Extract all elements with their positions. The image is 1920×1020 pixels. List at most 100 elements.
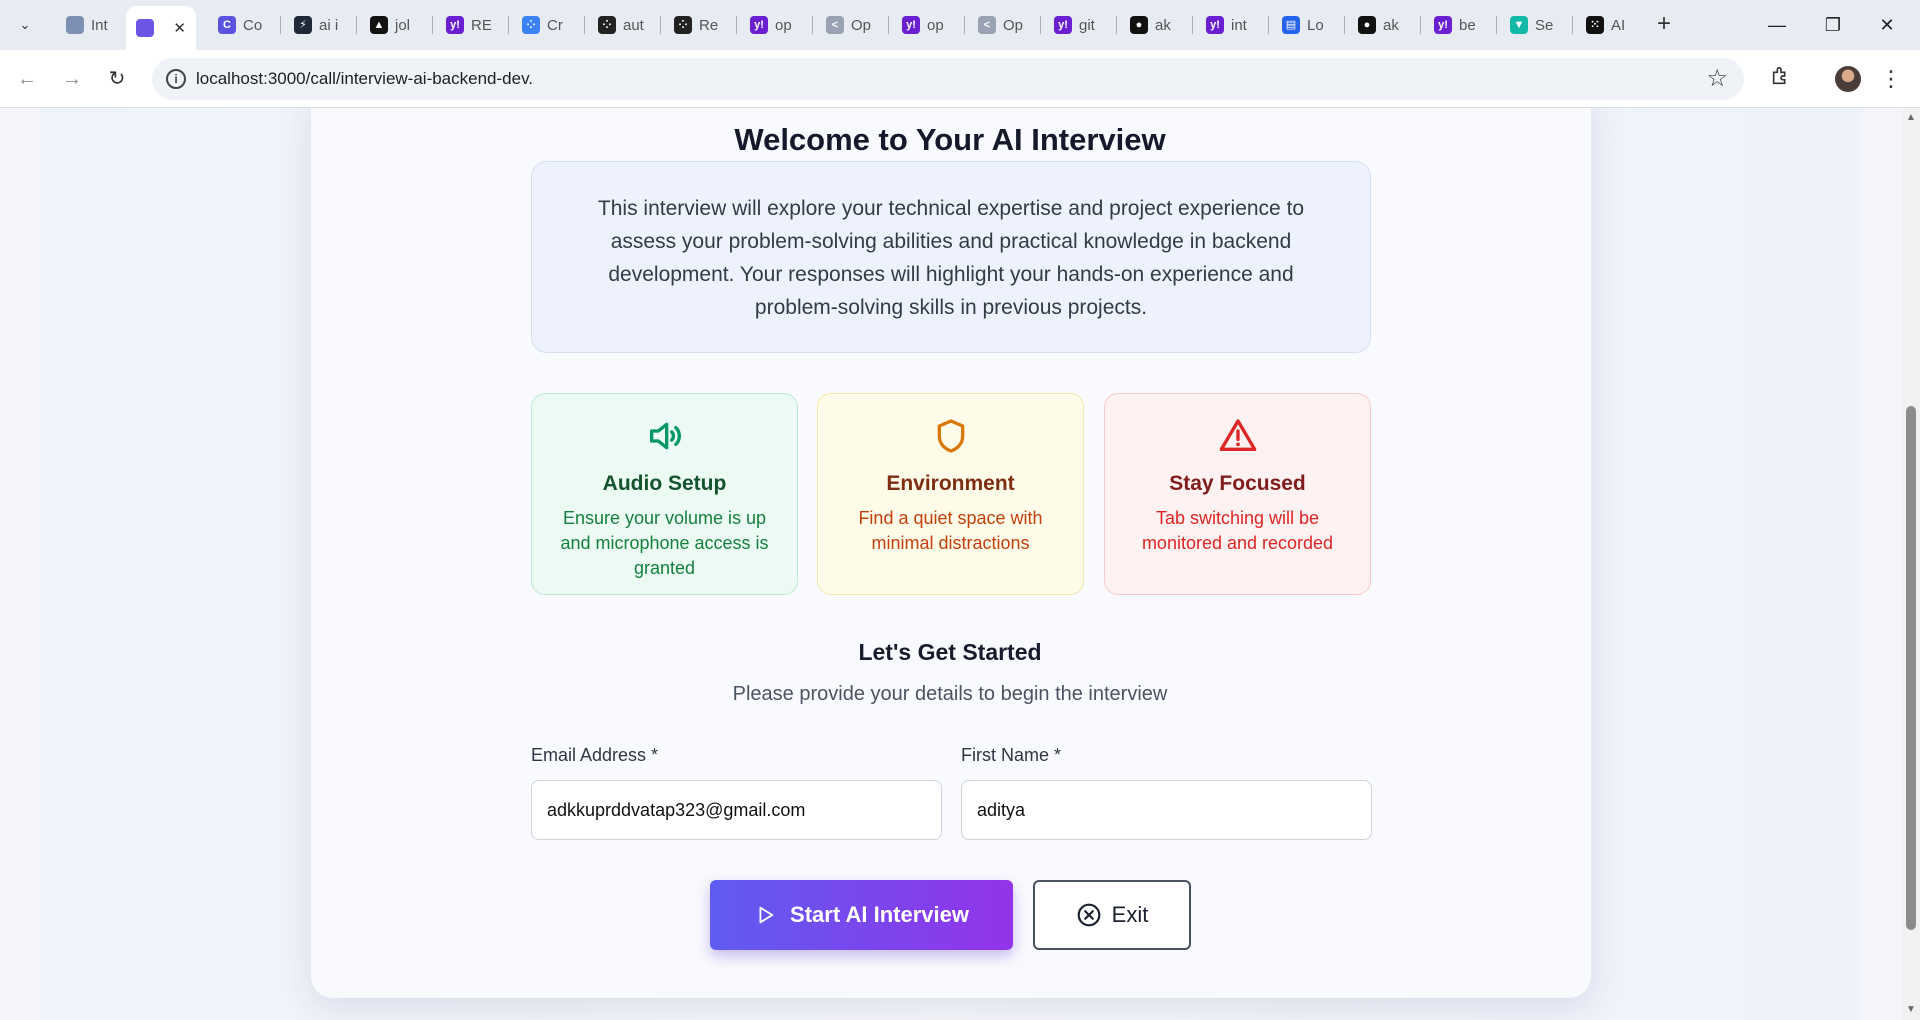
browser-tab[interactable]: y! be [1424, 8, 1494, 42]
tab-title: ai i [319, 16, 339, 34]
tab-favicon-icon: y! [902, 16, 920, 34]
browser-tab[interactable]: ▲ jol [360, 8, 430, 42]
first-name-field[interactable] [961, 780, 1372, 840]
start-interview-button[interactable]: Start AI Interview [710, 880, 1013, 950]
form-subtitle: Please provide your details to begin the… [732, 683, 1168, 705]
tab-title: Cr [547, 16, 563, 34]
puzzle-icon[interactable] [1770, 65, 1792, 87]
shield-icon [937, 419, 964, 453]
browser-tab[interactable]: ● ak [1120, 8, 1190, 42]
scroll-up-arrow-icon[interactable]: ▲ [1905, 112, 1917, 124]
tab-title: op [775, 16, 792, 34]
browser-tab[interactable]: < Op [816, 8, 886, 42]
first-name-label: First Name * [961, 745, 1062, 765]
tab-separator [1268, 16, 1269, 34]
browser-tab[interactable]: y! git [1044, 8, 1114, 42]
tab-title: AI [1611, 16, 1626, 34]
chevron-down-icon[interactable]: ⌄ [12, 12, 38, 38]
tab-favicon-icon: ▲ [370, 16, 388, 34]
url-text[interactable]: localhost:3000/call/interview-ai-backend… [196, 69, 533, 89]
tab-favicon-icon: ● [1358, 16, 1376, 34]
close-circle-icon [1077, 903, 1101, 927]
browser-tab[interactable]: y! op [740, 8, 810, 42]
scrollbar-thumb[interactable] [1906, 406, 1916, 930]
browser-tab[interactable]: Int [56, 8, 126, 42]
avatar[interactable] [1835, 66, 1861, 92]
tab-favicon-icon: y! [1206, 16, 1224, 34]
browser-tab[interactable]: ✕ [126, 6, 196, 50]
tab-favicon-icon: y! [446, 16, 464, 34]
tab-title: int [1231, 16, 1247, 34]
tab-separator [1040, 16, 1041, 34]
browser-tab[interactable]: ⁘ aut [588, 8, 658, 42]
exit-label: Exit [1111, 902, 1149, 927]
feature-card-environment: Environment Find a quiet space with mini… [817, 393, 1084, 595]
browser-tab[interactable]: < Op [968, 8, 1038, 42]
tab-favicon-icon: ⁘ [598, 16, 616, 34]
browser-tab[interactable]: y! int [1196, 8, 1266, 42]
browser-tab[interactable]: ⁘ Re [664, 8, 734, 42]
tab-title: Op [1003, 16, 1024, 34]
tab-title: Int [91, 16, 108, 34]
reload-icon[interactable]: ↻ [102, 64, 132, 94]
kebab-menu-icon[interactable]: ⋮ [1880, 62, 1902, 96]
browser-tab[interactable]: ▼ Se [1500, 8, 1570, 42]
tab-title: Re [699, 16, 719, 34]
browser-tab[interactable]: C Co [208, 8, 278, 42]
scroll-down-arrow-icon[interactable]: ▼ [1905, 1004, 1917, 1016]
tab-title: jol [395, 16, 411, 34]
browser-tab[interactable]: ⚡ ai i [284, 8, 354, 42]
form-title: Let's Get Started [858, 639, 1042, 665]
close-tab-icon[interactable]: ✕ [173, 19, 186, 37]
address-bar[interactable]: i localhost:3000/call/interview-ai-backe… [152, 58, 1744, 100]
interview-description: This interview will explore your technic… [531, 161, 1371, 353]
tab-favicon-icon: ▼ [1510, 16, 1528, 34]
browser-tab[interactable]: ▤ Lo [1272, 8, 1342, 42]
feature-heading: Stay Focused [1169, 472, 1306, 495]
restore-icon[interactable]: ❐ [1818, 10, 1848, 40]
tab-separator [1192, 16, 1193, 34]
tab-title: git [1079, 16, 1095, 34]
tab-favicon-icon: < [978, 16, 996, 34]
star-icon[interactable]: ☆ [1706, 64, 1728, 93]
scrollbar[interactable]: ▲ ▼ [1902, 108, 1920, 1020]
feature-heading: Environment [886, 472, 1015, 495]
exit-button[interactable]: Exit [1033, 880, 1191, 950]
tab-separator [1420, 16, 1421, 34]
tab-separator [812, 16, 813, 34]
tab-title: aut [623, 16, 644, 34]
browser-tab[interactable]: ⁙ AI [1576, 8, 1646, 42]
browser-tab[interactable]: ● ak [1348, 8, 1418, 42]
tab-separator [356, 16, 357, 34]
tab-separator [584, 16, 585, 34]
email-field[interactable] [531, 780, 942, 840]
browser-tab[interactable]: y! op [892, 8, 962, 42]
new-tab-button[interactable]: + [1651, 11, 1677, 37]
close-window-icon[interactable]: ✕ [1872, 10, 1902, 40]
tab-separator [1496, 16, 1497, 34]
tab-favicon-icon: C [218, 16, 236, 34]
warning-triangle-icon [1219, 419, 1256, 451]
info-icon[interactable]: i [166, 69, 186, 89]
tab-separator [1572, 16, 1573, 34]
feature-text: Tab switching will be monitored and reco… [1141, 508, 1334, 553]
tab-favicon-icon [66, 16, 84, 34]
tab-favicon-icon: y! [1054, 16, 1072, 34]
browser-tab[interactable]: y! RE [436, 8, 506, 42]
tab-favicon-icon: ⁙ [1586, 16, 1604, 34]
email-label: Email Address * [531, 745, 659, 765]
minimize-icon[interactable]: — [1762, 10, 1792, 40]
tab-favicon-icon: y! [750, 16, 768, 34]
feature-card-audio: Audio Setup Ensure your volume is up and… [531, 393, 798, 595]
tab-favicon-icon: ⁘ [522, 16, 540, 34]
tab-title: Se [1535, 16, 1554, 34]
tab-title: RE [471, 16, 492, 34]
tab-title: op [927, 16, 944, 34]
tab-title: Co [243, 16, 263, 34]
tab-separator [736, 16, 737, 34]
browser-tab[interactable]: ⁘ Cr [512, 8, 582, 42]
back-arrow-icon[interactable]: ← [12, 64, 42, 94]
forward-arrow-icon[interactable]: → [57, 64, 87, 94]
feature-heading: Audio Setup [602, 472, 727, 495]
feature-card-focus: Stay Focused Tab switching will be monit… [1104, 393, 1371, 595]
